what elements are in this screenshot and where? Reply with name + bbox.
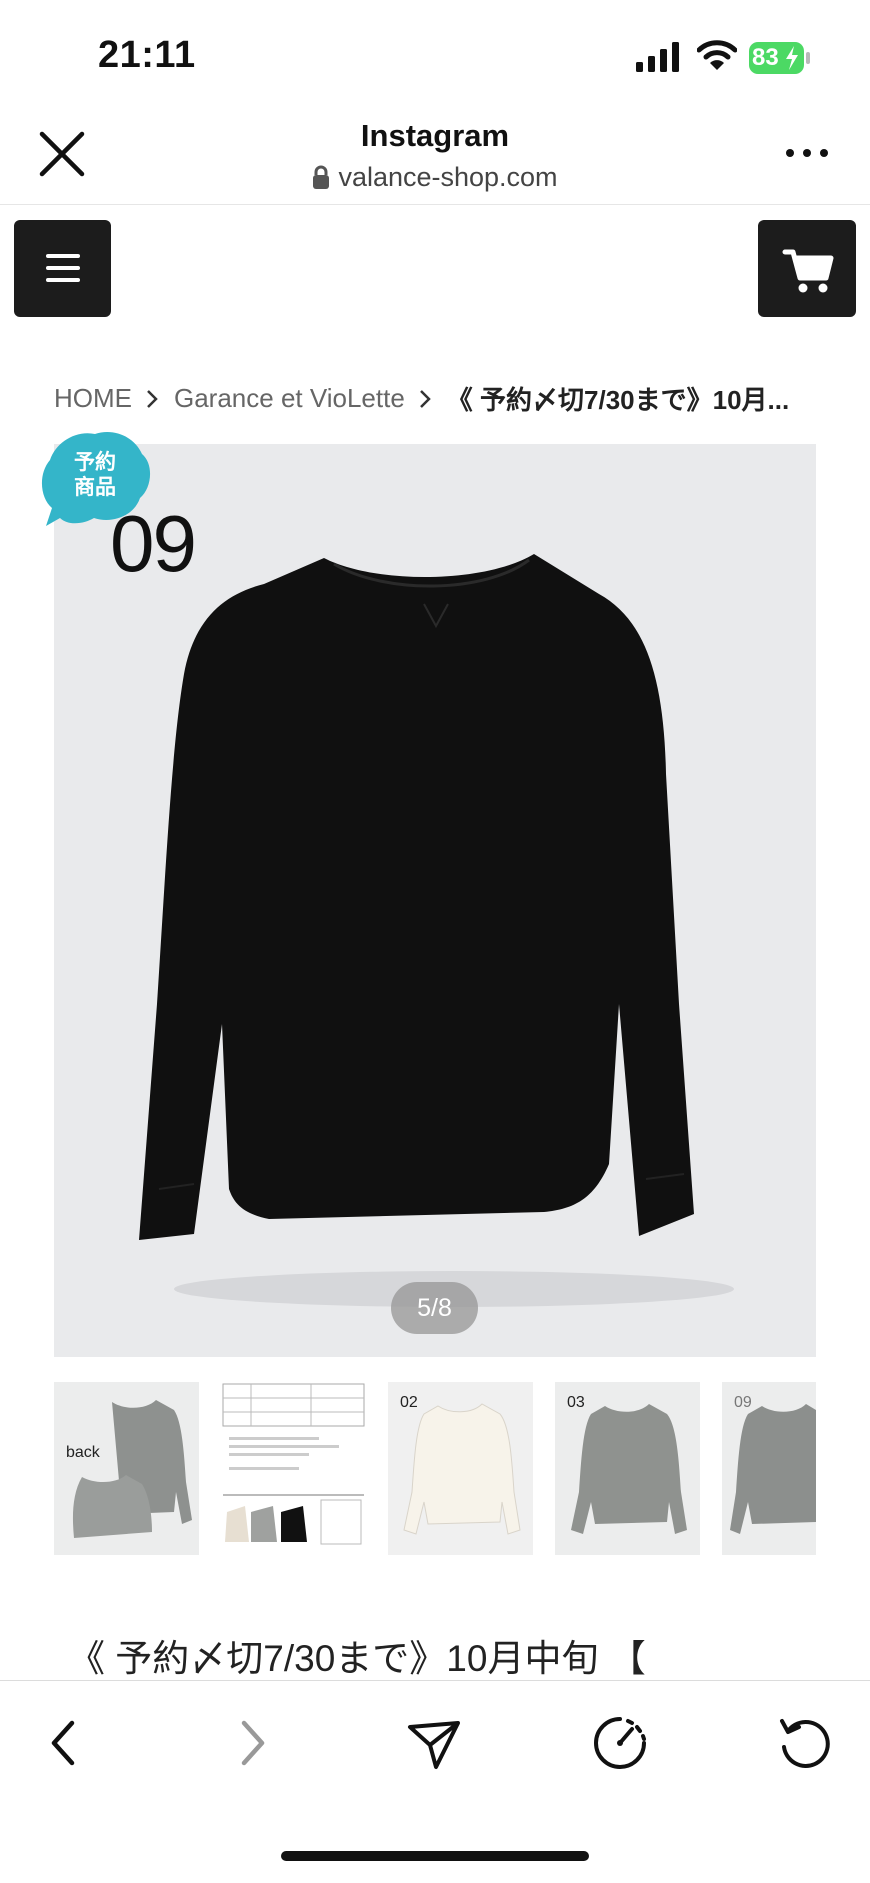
thumbnail-3[interactable]: 02: [388, 1382, 533, 1555]
thumbnail-strip: back 02 03 09: [54, 1382, 816, 1555]
more-icon[interactable]: [784, 146, 830, 160]
thumbnail-label: 03: [567, 1394, 585, 1411]
url-text: valance-shop.com: [338, 162, 558, 192]
reload-icon[interactable]: [776, 1715, 832, 1771]
thumbnail-label: 02: [400, 1394, 418, 1411]
back-arrow-icon[interactable]: [38, 1715, 94, 1771]
home-indicator[interactable]: [281, 1851, 589, 1861]
breadcrumb-current: 《 予約〆切7/30まで》10月...: [446, 385, 790, 415]
image-pager: 5/8: [391, 1282, 478, 1334]
thumbnail-5[interactable]: 09: [722, 1382, 816, 1555]
breadcrumb: HOME Garance et VioLette 《 予約〆切7/30まで》10…: [54, 380, 789, 417]
cell-signal-icon: [636, 42, 679, 72]
thumbnail-label: 09: [734, 1394, 752, 1411]
breadcrumb-home[interactable]: HOME: [54, 383, 132, 414]
wifi-icon: [697, 40, 737, 70]
thumbnail-4[interactable]: 03: [555, 1382, 700, 1555]
browser-url[interactable]: valance-shop.com: [0, 162, 870, 193]
forward-arrow-icon[interactable]: [222, 1715, 278, 1771]
browser-title: Instagram: [360, 118, 510, 153]
speed-icon[interactable]: [592, 1715, 648, 1771]
thumbnail-image: [72, 1400, 192, 1538]
cart-icon: [782, 249, 834, 293]
product-title: 《 予約〆切7/30まで》10月中旬 【: [68, 1638, 646, 1679]
battery-indicator: 83: [748, 40, 812, 76]
status-time: 21:11: [98, 34, 196, 76]
chevron-right-icon: [147, 389, 158, 408]
lock-icon: [313, 165, 330, 189]
menu-icon: [46, 254, 80, 282]
cart-button[interactable]: [758, 220, 856, 317]
chevron-right-icon: [419, 389, 431, 408]
image-color-number: 09: [110, 499, 197, 588]
thumbnail-1[interactable]: back: [54, 1382, 199, 1555]
badge-line-2: 商品: [74, 476, 116, 499]
status-bar: 21:11 83: [0, 0, 870, 110]
preorder-badge-text: 予約 商品: [38, 450, 152, 500]
in-app-browser-header: Instagram valance-shop.com: [0, 110, 870, 205]
badge-line-1: 予約: [74, 451, 116, 474]
thumbnail-2[interactable]: [221, 1382, 366, 1555]
share-icon[interactable]: [406, 1715, 462, 1771]
thumbnail-image: [222, 1383, 365, 1545]
menu-button[interactable]: [14, 220, 111, 317]
battery-level: 83: [752, 44, 779, 71]
thumbnail-label: back: [66, 1444, 100, 1461]
breadcrumb-category[interactable]: Garance et VioLette: [174, 383, 405, 414]
